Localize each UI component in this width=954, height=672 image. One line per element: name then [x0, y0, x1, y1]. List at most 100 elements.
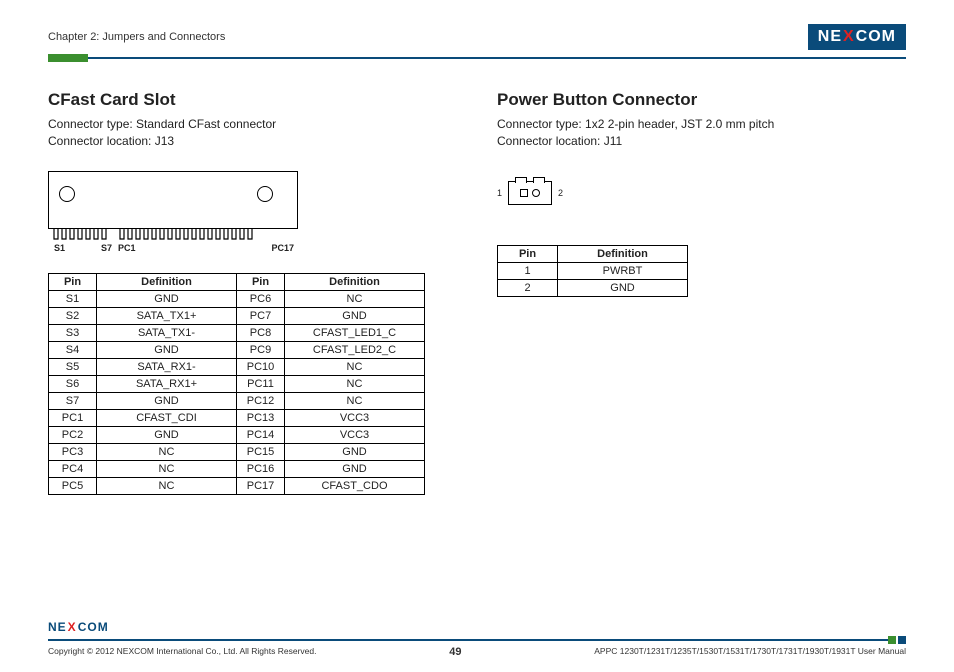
- table-row: S3SATA_TX1-PC8CFAST_LED1_C: [49, 324, 425, 341]
- table-row: PC1CFAST_CDIPC13VCC3: [49, 409, 425, 426]
- table-cell: VCC3: [285, 426, 425, 443]
- table-cell: PC2: [49, 426, 97, 443]
- table-cell: NC: [97, 477, 237, 494]
- table-cell: S6: [49, 375, 97, 392]
- mounting-hole-icon: [59, 186, 75, 202]
- cfast-title: CFast Card Slot: [48, 90, 457, 110]
- table-cell: SATA_TX1-: [97, 324, 237, 341]
- table-row: S4GNDPC9CFAST_LED2_C: [49, 341, 425, 358]
- table-cell: SATA_RX1-: [97, 358, 237, 375]
- table-cell: CFAST_CDI: [97, 409, 237, 426]
- page-number: 49: [449, 646, 461, 658]
- table-cell: GND: [558, 279, 688, 296]
- table-cell: CFAST_LED2_C: [285, 341, 425, 358]
- cfast-diagram: S1 S7 PC1 PC17: [48, 171, 457, 253]
- pwr-connector-type: Connector type: 1x2 2-pin header, JST 2.…: [497, 116, 906, 133]
- footer-rule: [48, 636, 906, 644]
- table-cell: NC: [285, 392, 425, 409]
- th-def: Definition: [285, 273, 425, 290]
- table-cell: VCC3: [285, 409, 425, 426]
- pwr-pin-table: Pin Definition 1PWRBT2GND: [497, 245, 688, 297]
- pwr-title: Power Button Connector: [497, 90, 906, 110]
- copyright: Copyright © 2012 NEXCOM International Co…: [48, 646, 316, 658]
- table-cell: S4: [49, 341, 97, 358]
- table-cell: PC14: [237, 426, 285, 443]
- table-cell: GND: [97, 290, 237, 307]
- table-cell: PC12: [237, 392, 285, 409]
- th-def: Definition: [97, 273, 237, 290]
- table-cell: NC: [285, 358, 425, 375]
- cfast-pins-icon: [48, 229, 298, 241]
- pin-label-s1: S1: [54, 243, 65, 253]
- table-row: PC4NCPC16GND: [49, 460, 425, 477]
- table-cell: PC16: [237, 460, 285, 477]
- table-cell: PC13: [237, 409, 285, 426]
- table-cell: SATA_TX1+: [97, 307, 237, 324]
- table-cell: GND: [97, 341, 237, 358]
- table-cell: PC9: [237, 341, 285, 358]
- table-row: S7GNDPC12NC: [49, 392, 425, 409]
- table-cell: S3: [49, 324, 97, 341]
- pin-label-s7: S7: [101, 243, 112, 253]
- table-cell: GND: [97, 426, 237, 443]
- cfast-pin-table: Pin Definition Pin Definition S1GNDPC6NC…: [48, 273, 425, 495]
- table-cell: NC: [97, 460, 237, 477]
- table-row: 1PWRBT: [498, 262, 688, 279]
- table-cell: S2: [49, 307, 97, 324]
- pwr-diagram: 1 2: [497, 181, 906, 205]
- th-pin: Pin: [498, 245, 558, 262]
- table-cell: NC: [285, 290, 425, 307]
- table-cell: PC1: [49, 409, 97, 426]
- th-pin: Pin: [49, 273, 97, 290]
- chapter-label: Chapter 2: Jumpers and Connectors: [48, 31, 225, 43]
- table-cell: PC11: [237, 375, 285, 392]
- th-pin: Pin: [237, 273, 285, 290]
- table-cell: S7: [49, 392, 97, 409]
- pin1-square-icon: [520, 189, 528, 197]
- mounting-hole-icon: [257, 186, 273, 202]
- table-cell: S1: [49, 290, 97, 307]
- table-row: S6SATA_RX1+PC11NC: [49, 375, 425, 392]
- cfast-connector-type: Connector type: Standard CFast connector: [48, 116, 457, 133]
- table-cell: PC6: [237, 290, 285, 307]
- table-cell: PC4: [49, 460, 97, 477]
- table-cell: PC8: [237, 324, 285, 341]
- pwr-connector-location: Connector location: J11: [497, 133, 906, 150]
- table-cell: 1: [498, 262, 558, 279]
- table-row: PC2GNDPC14VCC3: [49, 426, 425, 443]
- header-rule: [48, 54, 906, 62]
- table-cell: 2: [498, 279, 558, 296]
- table-cell: PC15: [237, 443, 285, 460]
- table-cell: CFAST_CDO: [285, 477, 425, 494]
- table-cell: NC: [285, 375, 425, 392]
- table-cell: GND: [97, 392, 237, 409]
- table-cell: PWRBT: [558, 262, 688, 279]
- table-cell: NC: [97, 443, 237, 460]
- cfast-connector-location: Connector location: J13: [48, 133, 457, 150]
- pin-label-1: 1: [497, 188, 502, 198]
- table-cell: PC17: [237, 477, 285, 494]
- table-cell: GND: [285, 443, 425, 460]
- nexcom-logo: NEXCOM: [808, 24, 906, 50]
- table-cell: SATA_RX1+: [97, 375, 237, 392]
- table-cell: GND: [285, 307, 425, 324]
- nexcom-logo-footer: NEXCOM: [48, 620, 906, 634]
- table-row: PC5NCPC17CFAST_CDO: [49, 477, 425, 494]
- table-cell: CFAST_LED1_C: [285, 324, 425, 341]
- table-row: S2SATA_TX1+PC7GND: [49, 307, 425, 324]
- table-cell: PC5: [49, 477, 97, 494]
- table-cell: PC10: [237, 358, 285, 375]
- table-row: 2GND: [498, 279, 688, 296]
- table-row: PC3NCPC15GND: [49, 443, 425, 460]
- th-def: Definition: [558, 245, 688, 262]
- pin-label-pc17: PC17: [271, 243, 294, 253]
- pin2-circle-icon: [532, 189, 540, 197]
- table-cell: GND: [285, 460, 425, 477]
- manual-name: APPC 1230T/1231T/1235T/1530T/1531T/1730T…: [594, 646, 906, 658]
- jst-header-icon: [508, 181, 552, 205]
- table-cell: PC7: [237, 307, 285, 324]
- pin-label-pc1: PC1: [118, 243, 136, 253]
- table-row: S5SATA_RX1-PC10NC: [49, 358, 425, 375]
- pin-label-2: 2: [558, 188, 563, 198]
- table-cell: PC3: [49, 443, 97, 460]
